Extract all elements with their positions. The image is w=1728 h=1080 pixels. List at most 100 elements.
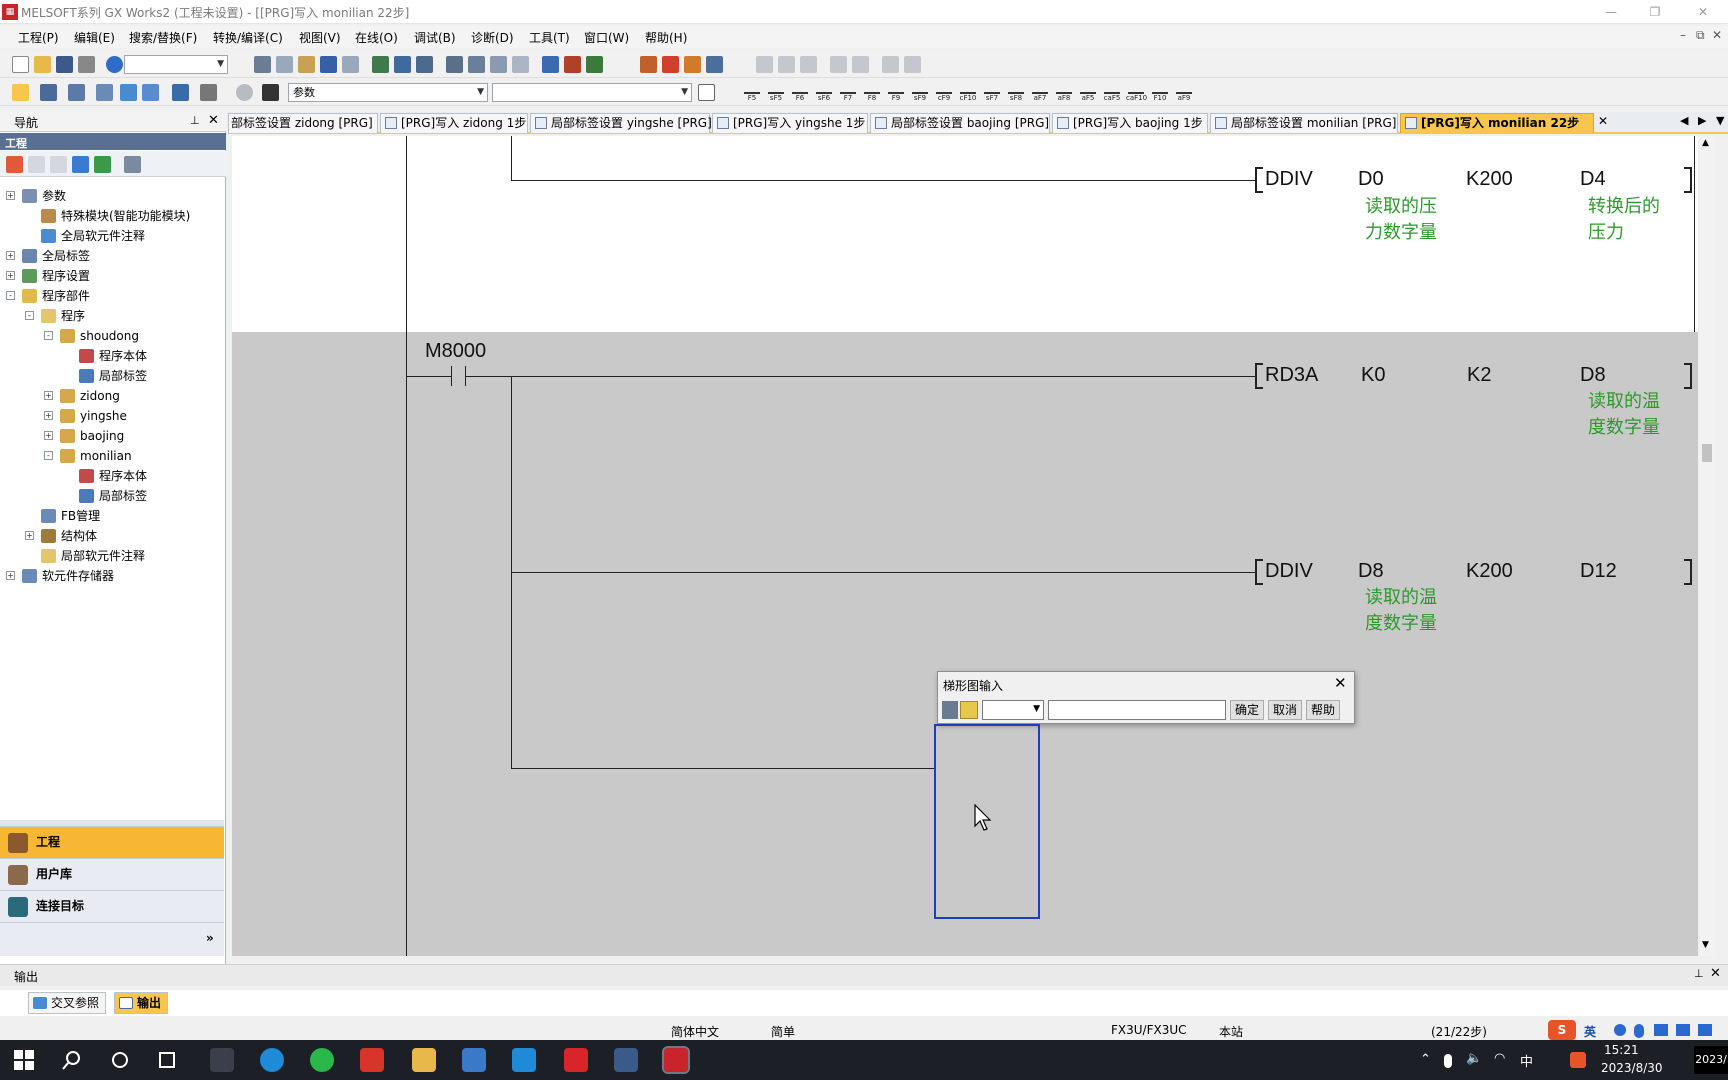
ladder-key-sf6[interactable]: sF6 <box>814 84 834 102</box>
device-list-2-icon[interactable] <box>142 84 159 101</box>
operand-d4[interactable]: D4 <box>1580 168 1606 191</box>
cancel-button[interactable]: 取消 <box>1268 700 1302 720</box>
expand-icon[interactable]: + <box>44 431 53 440</box>
collapse-icon[interactable]: - <box>25 311 34 320</box>
tree-item[interactable]: 局部软元件注释 <box>0 546 224 566</box>
search-icon[interactable] <box>60 1048 84 1072</box>
file-explorer-icon[interactable] <box>412 1048 436 1072</box>
redo-icon[interactable] <box>342 56 359 73</box>
ladder-key-f6[interactable]: F6 <box>790 84 810 102</box>
plc-verify-icon[interactable] <box>586 56 603 73</box>
project-view-icon[interactable] <box>12 84 29 101</box>
app-icon-2[interactable] <box>614 1048 638 1072</box>
skin-icon[interactable] <box>1676 1024 1690 1036</box>
comment-toggle-icon[interactable] <box>960 701 978 719</box>
monitor-start-icon[interactable] <box>662 56 679 73</box>
expand-icon[interactable]: + <box>6 571 15 580</box>
ladder-key-sf8[interactable]: sF8 <box>1006 84 1026 102</box>
expand-icon[interactable]: + <box>6 251 15 260</box>
contact-label-m8000[interactable]: M8000 <box>425 340 486 363</box>
ladder-key-caf5[interactable]: caF5 <box>1102 84 1122 102</box>
operand-k0[interactable]: K0 <box>1361 364 1385 387</box>
ladder-key-f8[interactable]: F8 <box>862 84 882 102</box>
menu-window[interactable]: 窗口(W) <box>584 29 629 46</box>
operand-k200[interactable]: K200 <box>1466 560 1513 583</box>
tree-item[interactable]: + 参数 <box>0 186 224 206</box>
tree-item[interactable]: - 程序部件 <box>0 286 224 306</box>
operand-d12[interactable]: D12 <box>1580 560 1617 583</box>
tab-cross-reference[interactable]: 交叉参照 <box>28 992 107 1014</box>
ladder-key-af7[interactable]: aF7 <box>1030 84 1050 102</box>
expand-icon[interactable]: + <box>6 271 15 280</box>
menu-edit[interactable]: 编辑(E) <box>74 29 115 46</box>
ladder-key-cf10[interactable]: cF10 <box>958 84 978 102</box>
output-window-icon[interactable] <box>96 84 113 101</box>
device-list-icon[interactable] <box>120 84 137 101</box>
wps-icon[interactable] <box>360 1048 384 1072</box>
calculator-icon[interactable] <box>462 1048 486 1072</box>
tree-item[interactable]: + yingshe <box>0 406 224 426</box>
tree-item[interactable]: 特殊模块(智能功能模块) <box>0 206 224 226</box>
tab-local-label-baojing[interactable]: 局部标签设置 baojing [PRG] <box>870 113 1050 133</box>
menu-debug[interactable]: 调试(B) <box>414 29 456 46</box>
task-view-icon[interactable] <box>156 1048 180 1072</box>
tab-list-icon[interactable]: ▼ <box>1716 114 1724 127</box>
binoculars-icon[interactable] <box>262 84 279 101</box>
menu-diagnostics[interactable]: 诊断(D) <box>471 29 514 46</box>
monitor-icon[interactable] <box>200 84 217 101</box>
ladder-key-sf5[interactable]: sF5 <box>766 84 786 102</box>
pin-icon[interactable]: ⊥ <box>190 114 200 127</box>
gx-works-taskbar-icon[interactable] <box>662 1046 690 1074</box>
replace-icon[interactable] <box>446 56 463 73</box>
tree-item[interactable]: + 程序设置 <box>0 266 224 286</box>
mdi-minimize-button[interactable]: – <box>1680 28 1686 42</box>
microphone-icon[interactable] <box>1634 1024 1644 1038</box>
scroll-thumb[interactable] <box>1702 444 1712 462</box>
tree-item[interactable]: 程序本体 <box>0 466 224 486</box>
tree-item[interactable]: - shoudong <box>0 326 224 346</box>
network-icon[interactable]: ◠ <box>1494 1051 1505 1066</box>
refresh-icon[interactable] <box>94 156 111 173</box>
notification-date[interactable]: 2023/ <box>1694 1046 1728 1074</box>
save-icon[interactable] <box>56 56 73 73</box>
symbol-select[interactable]: ▼ <box>982 700 1044 720</box>
keyboard-icon[interactable] <box>1654 1024 1668 1036</box>
new-data-icon[interactable] <box>6 156 23 173</box>
ime-punct-icon[interactable] <box>1614 1024 1626 1036</box>
tree-item[interactable]: + baojing <box>0 426 224 446</box>
operand-k200[interactable]: K200 <box>1466 168 1513 191</box>
ime-language[interactable]: 英 <box>1584 1023 1596 1040</box>
menu-view[interactable]: 视图(V) <box>299 29 341 46</box>
collapse-icon[interactable]: - <box>44 451 53 460</box>
edge-icon[interactable] <box>260 1048 284 1072</box>
nav-button-library[interactable]: 用户库 <box>0 858 224 890</box>
menu-convert-compile[interactable]: 转换/编译(C) <box>213 29 283 46</box>
nav-button-connection[interactable]: 连接目标 <box>0 890 224 922</box>
online-edit-icon[interactable] <box>640 56 657 73</box>
menu-project[interactable]: 工程(P) <box>18 29 59 46</box>
menu-help[interactable]: 帮助(H) <box>645 29 687 46</box>
nav-close-icon[interactable]: ✕ <box>208 113 219 128</box>
parts-selection-icon[interactable] <box>68 84 85 101</box>
tree-item[interactable]: 全局软元件注释 <box>0 226 224 246</box>
dialog-close-icon[interactable]: ✕ <box>1334 674 1347 692</box>
ladder-key-f7[interactable]: F7 <box>838 84 858 102</box>
parameter-combo[interactable]: 参数 ▼ <box>288 83 488 102</box>
menu-tools[interactable]: 工具(T) <box>529 29 570 46</box>
ladder-key-f5[interactable]: F5 <box>742 84 762 102</box>
tree-item[interactable]: + 软元件存储器 <box>0 566 224 586</box>
tree-item[interactable]: + 结构体 <box>0 526 224 546</box>
document-icon[interactable] <box>698 84 715 101</box>
expand-icon[interactable]: + <box>44 411 53 420</box>
paste-icon[interactable] <box>298 56 315 73</box>
plc-write-icon[interactable] <box>564 56 581 73</box>
menu-search-replace[interactable]: 搜索/替换(F) <box>129 29 197 46</box>
ladder-key-af9[interactable]: aF9 <box>1174 84 1194 102</box>
tray-mic-icon[interactable] <box>1444 1054 1452 1068</box>
properties-icon[interactable] <box>72 156 89 173</box>
device-search-icon[interactable] <box>372 56 389 73</box>
toolbar-combo[interactable]: ▼ <box>124 55 228 74</box>
instruction-ddiv-2[interactable]: DDIV <box>1265 560 1313 583</box>
ok-button[interactable]: 确定 <box>1230 700 1264 720</box>
cortana-icon[interactable] <box>108 1048 132 1072</box>
